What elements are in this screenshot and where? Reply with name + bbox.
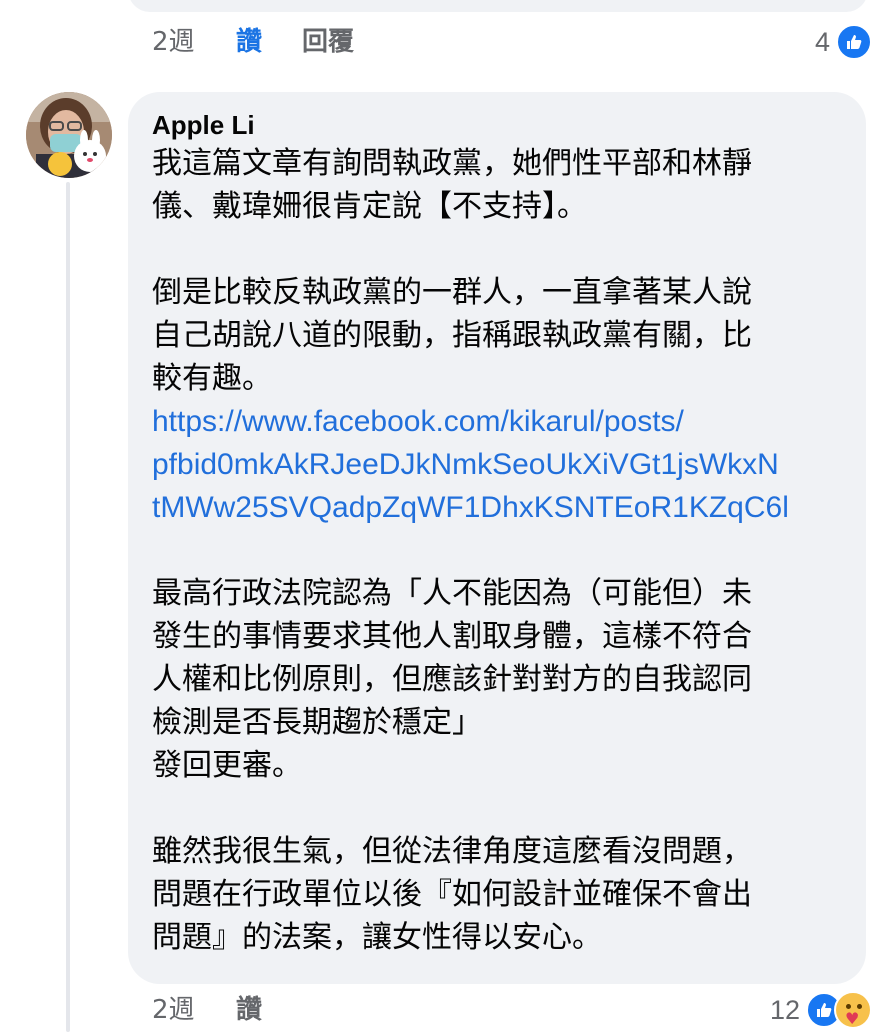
comment-actions: 2週 讚 12 ♥ — [0, 990, 896, 1030]
comment-link[interactable]: tMWw25SVQadpZqWF1DhxKSNTEoR1KZqC6l — [152, 486, 842, 529]
like-button[interactable]: 讚 — [236, 990, 262, 1030]
comment-text-line: 儀、戴瑋姍很肯定說【不支持】。 — [152, 189, 587, 224]
avatar[interactable] — [26, 92, 112, 178]
comment-link[interactable]: https://www.facebook.com/kikarul/posts/ — [152, 400, 842, 443]
comment-text-line: 問題』的法案，讓女性得以安心。 — [152, 920, 602, 955]
reaction-summary[interactable]: 12 ♥ — [770, 990, 872, 1030]
comment-text-line: 倒是比較反執政黨的一群人，一直拿著某人說 — [152, 275, 752, 310]
reaction-count: 12 — [769, 994, 800, 1025]
like-icon — [836, 24, 872, 60]
comment-author[interactable]: Apple Li — [152, 108, 842, 142]
reaction-count: 4 — [814, 26, 830, 57]
comment-text-line: 發生的事情要求其他人割取身體，這樣不符合 — [152, 619, 752, 654]
previous-comment-actions: 2週 讚 回覆 4 — [0, 22, 896, 62]
previous-comment-bubble — [128, 0, 868, 12]
care-icon: ♥ — [834, 991, 872, 1029]
comment-text-line: 我這篇文章有詢問執政黨，她們性平部和林靜 — [152, 146, 752, 181]
comment-timestamp[interactable]: 2週 — [152, 990, 195, 1030]
comment-timestamp[interactable]: 2週 — [152, 22, 195, 62]
comment-text-line: 問題在行政單位以後『如何設計並確保不會出 — [152, 877, 752, 912]
comment-blank-line — [152, 787, 842, 830]
like-button[interactable]: 讚 — [236, 22, 262, 62]
comment-text-line: 最高行政法院認為「人不能因為（可能但）未 — [152, 576, 752, 611]
comment-text-line: 人權和比例原則，但應該針對對方的自我認同 — [152, 662, 752, 697]
comment-bubble: Apple Li 我這篇文章有詢問執政黨，她們性平部和林靜 儀、戴瑋姍很肯定說【… — [128, 92, 866, 984]
comment-blank-line — [152, 228, 842, 271]
comment-text-line: 較有趣。 — [152, 361, 272, 396]
comment-blank-line — [152, 529, 842, 572]
comment-text-line: 自己胡說八道的限動，指稱跟執政黨有關，比 — [152, 318, 752, 353]
reaction-summary[interactable]: 4 — [815, 22, 872, 62]
comment-text-line: 發回更審。 — [152, 748, 302, 783]
thread-line — [66, 182, 70, 1032]
comment-text-line: 雖然我很生氣，但從法律角度這麼看沒問題， — [152, 834, 752, 869]
comment-text-line: 檢測是否長期趨於穩定」 — [152, 705, 482, 740]
reply-button[interactable]: 回覆 — [302, 22, 354, 62]
comment-link[interactable]: pfbid0mkAkRJeeDJkNmkSeoUkXiVGt1jsWkxN — [152, 443, 842, 486]
